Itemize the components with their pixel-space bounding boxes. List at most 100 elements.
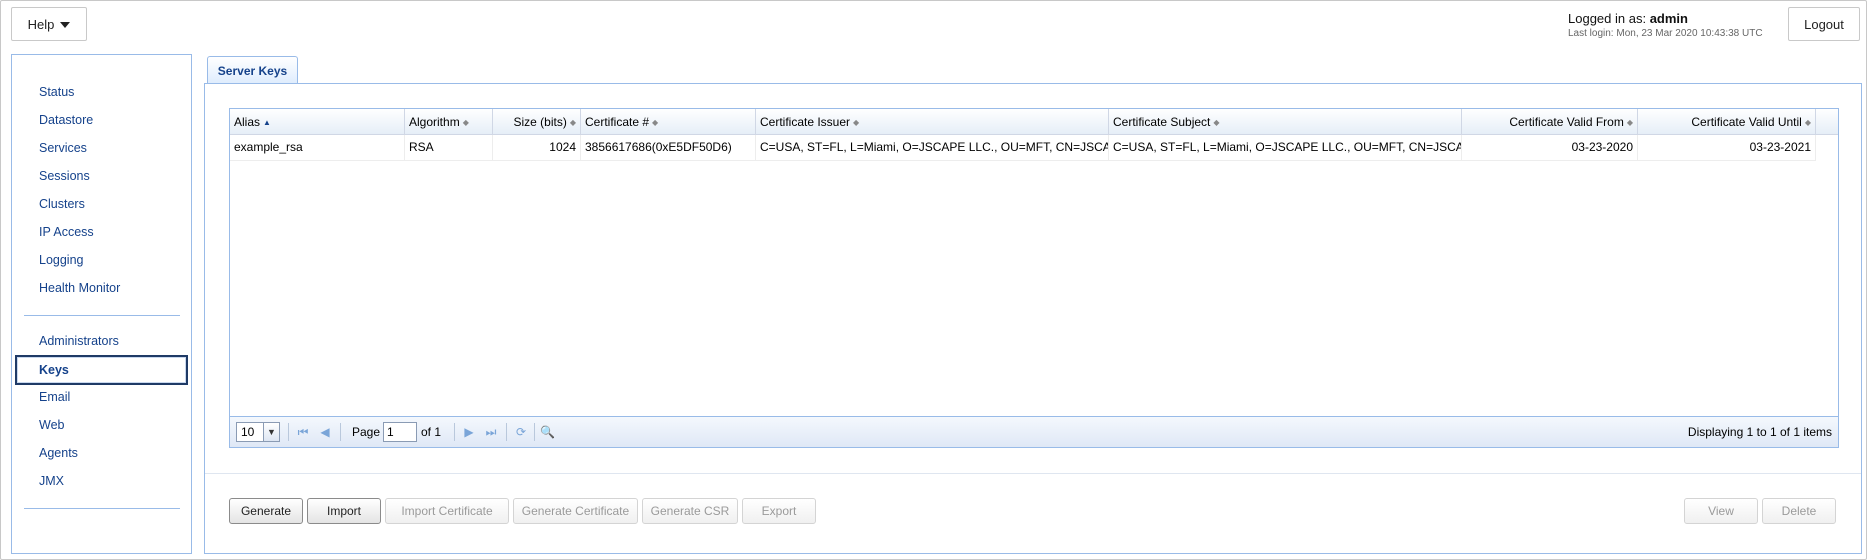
grid-header: Alias ▲ Algorithm ◆ Size (bits) ◆ Certifica… bbox=[230, 109, 1838, 135]
toolbar-separator bbox=[340, 423, 341, 441]
sidebar-item-logging[interactable]: Logging bbox=[39, 253, 84, 267]
previous-page-icon[interactable]: ◀ bbox=[318, 424, 332, 440]
last-page-icon[interactable]: ⏭ bbox=[484, 424, 498, 440]
sort-icon: ◆ bbox=[1213, 117, 1220, 127]
sidebar-item-email[interactable]: Email bbox=[39, 390, 70, 404]
column-header-label: Alias bbox=[234, 115, 261, 129]
view-button[interactable]: View bbox=[1684, 498, 1758, 524]
column-header-certificate-number[interactable]: Certificate # ◆ bbox=[581, 109, 756, 135]
button-bar-divider bbox=[205, 473, 1861, 474]
page-size-select[interactable]: 10 ▼ bbox=[236, 422, 280, 442]
sidebar-item-agents[interactable]: Agents bbox=[39, 446, 78, 460]
export-button[interactable]: Export bbox=[742, 498, 816, 524]
help-label: Help bbox=[27, 16, 55, 32]
column-header-label: Algorithm bbox=[409, 115, 460, 129]
column-header-certificate-issuer[interactable]: Certificate Issuer ◆ bbox=[756, 109, 1109, 135]
last-login: Last login: Mon, 23 Mar 2020 10:43:38 UT… bbox=[1568, 28, 1763, 39]
server-keys-panel: Alias ▲ Algorithm ◆ Size (bits) ◆ Certifica… bbox=[204, 83, 1862, 554]
export-label: Export bbox=[761, 504, 797, 518]
sidebar-item-health-monitor[interactable]: Health Monitor bbox=[39, 281, 120, 295]
cell-valid-until: 03-23-2021 bbox=[1638, 135, 1816, 161]
tab-server-keys[interactable]: Server Keys bbox=[207, 56, 298, 84]
tab-label: Server Keys bbox=[217, 63, 288, 78]
sort-icon: ◆ bbox=[652, 117, 659, 127]
cell-algorithm: RSA bbox=[405, 135, 493, 161]
generate-csr-button[interactable]: Generate CSR bbox=[642, 498, 738, 524]
toolbar-separator bbox=[506, 423, 507, 441]
app-window: Help Logged in as: admin Last login: Mon… bbox=[0, 0, 1867, 560]
page-of-label: of 1 bbox=[421, 425, 442, 439]
page-number-input[interactable] bbox=[383, 422, 417, 442]
caret-down-icon bbox=[60, 22, 71, 28]
cell-certificate-subject: C=USA, ST=FL, L=Miami, O=JSCAPE LLC., OU… bbox=[1109, 135, 1462, 161]
column-header-label: Certificate Issuer bbox=[760, 115, 851, 129]
sidebar-item-services[interactable]: Services bbox=[39, 141, 87, 155]
sidebar-item-jmx[interactable]: JMX bbox=[39, 474, 64, 488]
help-menu-button[interactable]: Help bbox=[11, 7, 87, 41]
login-info: Logged in as: admin Last login: Mon, 23 … bbox=[1568, 11, 1778, 39]
generate-certificate-label: Generate Certificate bbox=[521, 504, 630, 518]
column-header-size[interactable]: Size (bits) ◆ bbox=[493, 109, 581, 135]
sort-icon: ◆ bbox=[1626, 117, 1633, 127]
logged-in-prefix: Logged in as: bbox=[1568, 11, 1647, 26]
logout-button[interactable]: Logout bbox=[1788, 7, 1860, 41]
sidebar-item-ip-access[interactable]: IP Access bbox=[39, 225, 94, 239]
first-page-icon[interactable]: ⏮ bbox=[296, 424, 310, 440]
sidebar-divider bbox=[24, 315, 180, 316]
delete-button[interactable]: Delete bbox=[1762, 498, 1836, 524]
generate-csr-label: Generate CSR bbox=[650, 504, 730, 518]
generate-button[interactable]: Generate bbox=[229, 498, 303, 524]
sidebar-item-sessions[interactable]: Sessions bbox=[39, 169, 90, 183]
sort-icon: ◆ bbox=[462, 117, 469, 127]
sidebar-item-keys[interactable]: Keys bbox=[15, 355, 188, 385]
generate-label: Generate bbox=[240, 504, 292, 518]
keys-grid: Alias ▲ Algorithm ◆ Size (bits) ◆ Certifica… bbox=[229, 108, 1839, 448]
sidebar-item-status[interactable]: Status bbox=[39, 85, 74, 99]
toolbar-separator bbox=[454, 423, 455, 441]
column-header-label: Certificate # bbox=[585, 115, 650, 129]
sidebar-item-clusters[interactable]: Clusters bbox=[39, 197, 85, 211]
sort-icon: ◆ bbox=[569, 117, 576, 127]
sidebar-divider bbox=[24, 508, 180, 509]
logout-label: Logout bbox=[1804, 16, 1844, 32]
column-header-certificate-subject[interactable]: Certificate Subject ◆ bbox=[1109, 109, 1462, 135]
page-label: Page bbox=[352, 425, 381, 439]
sidebar-nav: Status Datastore Services Sessions Clust… bbox=[11, 54, 192, 554]
sidebar-item-administrators[interactable]: Administrators bbox=[39, 334, 119, 348]
import-label: Import bbox=[326, 504, 361, 518]
sort-icon: ◆ bbox=[853, 117, 860, 127]
table-row[interactable]: example_rsa RSA 1024 3856617686(0xE5DF50… bbox=[230, 135, 1816, 161]
import-button[interactable]: Import bbox=[307, 498, 381, 524]
cell-alias: example_rsa bbox=[230, 135, 405, 161]
search-icon[interactable]: 🔍 bbox=[540, 424, 555, 440]
generate-certificate-button[interactable]: Generate Certificate bbox=[513, 498, 638, 524]
column-header-label: Certificate Subject bbox=[1113, 115, 1211, 129]
toolbar-separator bbox=[288, 423, 289, 441]
column-header-label: Certificate Valid From bbox=[1509, 115, 1624, 129]
column-header-valid-from[interactable]: Certificate Valid From ◆ bbox=[1462, 109, 1638, 135]
column-header-algorithm[interactable]: Algorithm ◆ bbox=[405, 109, 493, 135]
sort-icon: ◆ bbox=[1804, 117, 1811, 127]
cell-certificate-issuer: C=USA, ST=FL, L=Miami, O=JSCAPE LLC., OU… bbox=[756, 135, 1109, 161]
refresh-icon[interactable]: ⟳ bbox=[514, 424, 528, 440]
toolbar-separator bbox=[534, 423, 535, 441]
column-header-valid-until[interactable]: Certificate Valid Until ◆ bbox=[1638, 109, 1816, 135]
column-header-label: Size (bits) bbox=[513, 115, 567, 129]
cell-certificate-number: 3856617686(0xE5DF50D6) bbox=[581, 135, 756, 161]
username: admin bbox=[1649, 11, 1688, 26]
cell-valid-from: 03-23-2020 bbox=[1462, 135, 1638, 161]
displaying-count: Displaying 1 to 1 of 1 items bbox=[1687, 425, 1832, 439]
cell-size: 1024 bbox=[493, 135, 581, 161]
column-header-alias[interactable]: Alias ▲ bbox=[230, 109, 405, 135]
import-certificate-label: Import Certificate bbox=[401, 504, 493, 518]
logged-in-line: Logged in as: admin bbox=[1568, 11, 1778, 26]
next-page-icon[interactable]: ▶ bbox=[462, 424, 476, 440]
page-size-value: 10 bbox=[241, 425, 255, 439]
view-label: View bbox=[1708, 504, 1734, 518]
import-certificate-button[interactable]: Import Certificate bbox=[385, 498, 509, 524]
delete-label: Delete bbox=[1781, 504, 1817, 518]
chevron-down-icon[interactable]: ▼ bbox=[263, 423, 279, 441]
sidebar-item-web[interactable]: Web bbox=[39, 418, 64, 432]
paging-toolbar: 10 ▼ ⏮ ◀ Page of 1 ▶ ⏭ ⟳ 🔍 Displaying 1 … bbox=[230, 416, 1838, 447]
sidebar-item-datastore[interactable]: Datastore bbox=[39, 113, 93, 127]
